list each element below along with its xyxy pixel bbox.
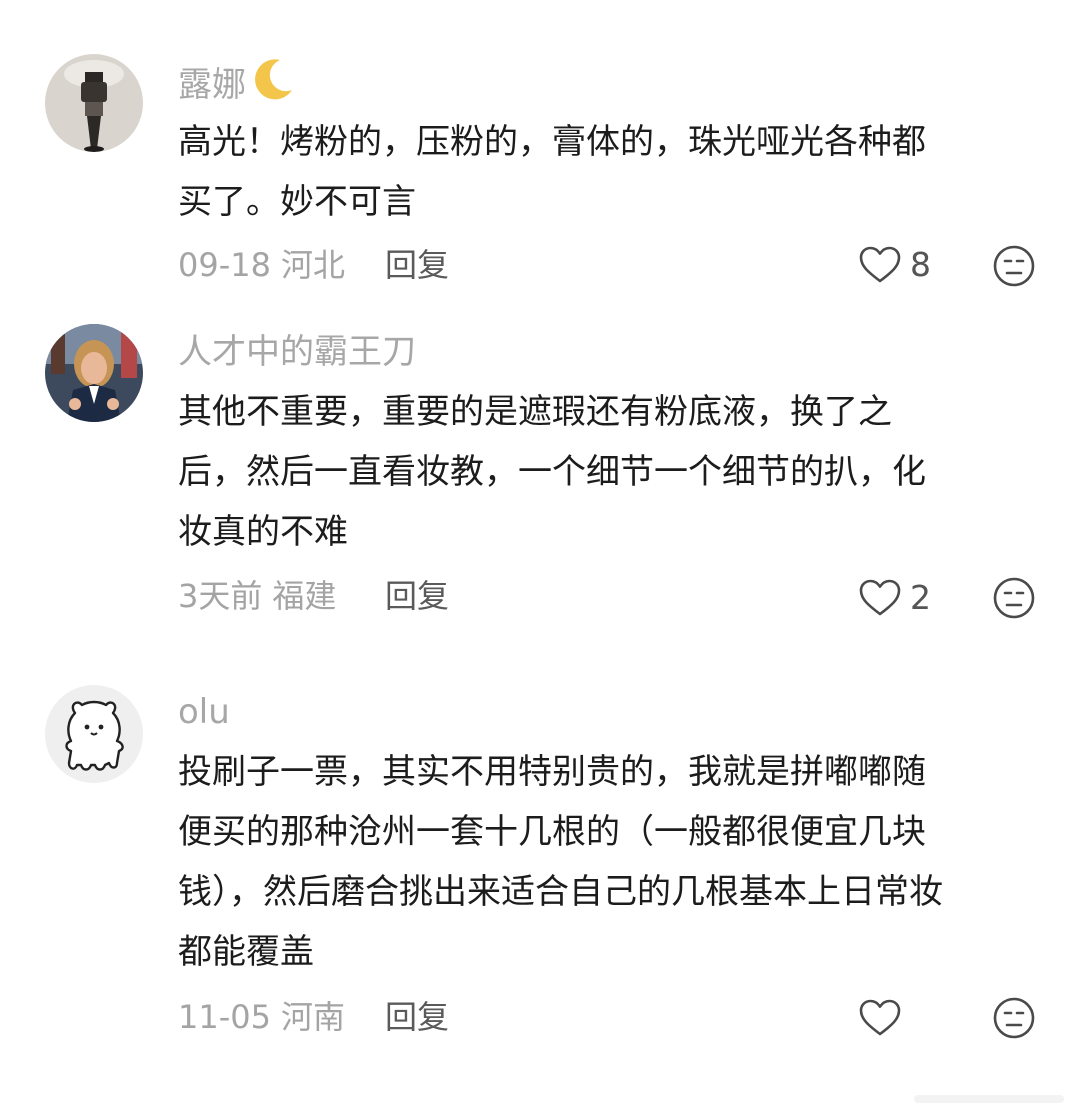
neutral-face-icon — [993, 997, 1035, 1039]
crescent-moon-icon — [250, 56, 296, 113]
username-text: 露娜 — [178, 65, 246, 105]
comment-location: 河南 — [280, 998, 345, 1036]
like-button[interactable] — [858, 996, 910, 1040]
avatar[interactable] — [45, 54, 143, 152]
comment-location: 河北 — [280, 246, 345, 284]
comment-text: 高光！烤粉的，压粉的，膏体的，珠光哑光各种都 买了。妙不可言 — [178, 112, 1038, 232]
comment-text-line: 其他不重要，重要的是遮瑕还有粉底液，换了之 — [178, 392, 892, 432]
dislike-button[interactable] — [992, 576, 1036, 620]
avatar[interactable] — [45, 685, 143, 783]
comment-date: 09-18 — [178, 246, 271, 284]
heart-outline-icon — [859, 579, 901, 616]
neutral-face-icon — [993, 245, 1035, 287]
comment-text-line: 便买的那种沧州一套十几根的（一般都很便宜几块 — [178, 812, 926, 852]
comment-text-line: 高光！烤粉的，压粉的，膏体的，珠光哑光各种都 — [178, 122, 926, 162]
comment-text-line: 钱），然后磨合挑出来适合自己的几根基本上日常妆 — [178, 872, 943, 912]
comment-meta: 09-18 河北 — [178, 245, 345, 285]
username[interactable]: olu — [178, 690, 230, 734]
reply-button[interactable]: 回复 — [385, 576, 449, 616]
photo-avatar-icon — [45, 54, 143, 152]
comment-date: 11-05 — [178, 998, 271, 1036]
neutral-face-icon — [993, 577, 1035, 619]
like-button[interactable]: 8 — [858, 243, 931, 287]
bear-avatar-icon — [45, 685, 143, 783]
comment-text: 其他不重要，重要的是遮瑕还有粉底液，换了之 后，然后一直看妆教，一个细节一个细节… — [178, 382, 1038, 562]
photo-avatar-icon — [45, 324, 143, 422]
username-text: 人才中的霸王刀 — [178, 332, 416, 372]
username[interactable]: 露娜 — [178, 56, 296, 113]
comment-text-line: 投刷子一票，其实不用特别贵的，我就是拼嘟嘟随 — [178, 752, 926, 792]
like-count: 2 — [910, 578, 931, 617]
username[interactable]: 人才中的霸王刀 — [178, 330, 416, 374]
heart-outline-icon — [859, 246, 901, 283]
comment-text-line: 后，然后一直看妆教，一个细节一个细节的扒，化 — [178, 452, 926, 492]
like-count: 8 — [910, 245, 931, 284]
dislike-button[interactable] — [992, 244, 1036, 288]
comment-meta: 11-05 河南 — [178, 997, 345, 1037]
watermark — [914, 1095, 1064, 1103]
comment-text-line: 都能覆盖 — [178, 932, 314, 972]
username-text: olu — [178, 692, 230, 732]
like-button[interactable]: 2 — [858, 576, 931, 620]
dislike-button[interactable] — [992, 996, 1036, 1040]
reply-button[interactable]: 回复 — [385, 245, 449, 285]
comment-date: 3天前 — [178, 577, 263, 615]
comment-text-line: 妆真的不难 — [178, 512, 348, 552]
avatar[interactable] — [45, 324, 143, 422]
heart-outline-icon — [859, 999, 901, 1036]
comment-text-line: 买了。妙不可言 — [178, 182, 416, 222]
comment-location: 福建 — [272, 577, 337, 615]
comment-text: 投刷子一票，其实不用特别贵的，我就是拼嘟嘟随 便买的那种沧州一套十几根的（一般都… — [178, 742, 1038, 982]
comment-meta: 3天前 福建 — [178, 576, 336, 616]
reply-button[interactable]: 回复 — [385, 997, 449, 1037]
